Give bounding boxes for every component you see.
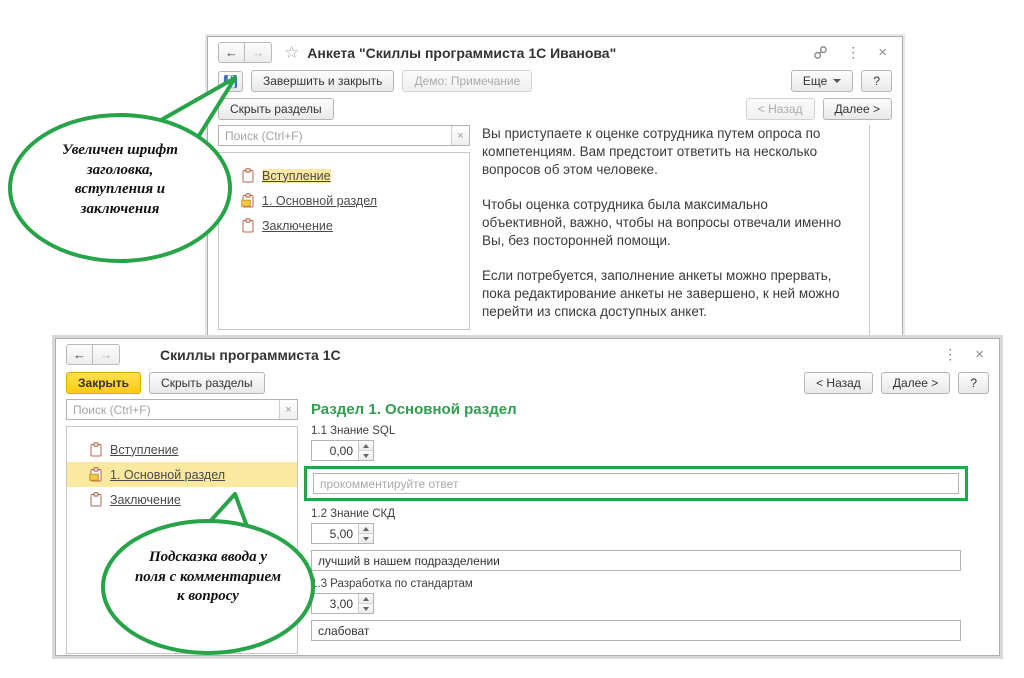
- search-box: ×: [66, 399, 298, 420]
- demo-note-button[interactable]: Демо: Примечание: [402, 70, 532, 92]
- back-arrow-icon: ←: [225, 45, 238, 60]
- tree-item-intro[interactable]: Вступление: [67, 437, 297, 462]
- history-nav: ← →: [218, 42, 272, 63]
- history-nav: ← →: [66, 344, 120, 365]
- close-form-button[interactable]: Закрыть: [66, 372, 141, 394]
- forward-arrow-icon: →: [100, 347, 113, 362]
- spinner-up-button[interactable]: [359, 441, 373, 450]
- spinner-down-button[interactable]: [359, 450, 373, 460]
- more-label: Еще: [803, 74, 827, 88]
- link-icon[interactable]: [808, 45, 833, 60]
- tree-item-label: Вступление: [110, 443, 179, 457]
- forward-arrow-button[interactable]: →: [93, 344, 120, 365]
- question-label: 1.1 Знание SQL: [311, 425, 961, 437]
- score-spinner: [311, 440, 374, 461]
- hide-sections-button[interactable]: Скрыть разделы: [149, 372, 265, 394]
- comment-input[interactable]: [313, 473, 959, 494]
- favorite-star-icon[interactable]: ☆: [284, 43, 299, 63]
- window-title: Анкета "Скиллы программиста 1С Иванова": [307, 45, 616, 61]
- back-button[interactable]: < Назад: [746, 98, 815, 120]
- back-arrow-button[interactable]: ←: [66, 344, 93, 365]
- more-button[interactable]: Еще: [791, 70, 853, 92]
- annotation-highlight-box: [304, 466, 968, 501]
- forward-arrow-button[interactable]: →: [245, 42, 272, 63]
- search-input[interactable]: [67, 400, 279, 419]
- help-button[interactable]: ?: [958, 372, 989, 394]
- question-label: 1.2 Знание СКД: [311, 508, 961, 520]
- spinner-buttons: [358, 441, 373, 460]
- window-title: Скиллы программиста 1С: [160, 347, 341, 363]
- score-input[interactable]: [312, 441, 358, 460]
- intro-paragraph: Чтобы оценка сотрудника была максимально…: [482, 196, 851, 250]
- intro-paragraph: Вы приступаете к оценке сотрудника путем…: [482, 125, 851, 179]
- forward-arrow-icon: →: [252, 45, 265, 60]
- annotation-bubble-hint-text: Подсказка ввода у поля с комментарием к …: [133, 548, 283, 607]
- kebab-menu-icon[interactable]: ⋮: [938, 346, 962, 363]
- toolbar: Завершить и закрыть Демо: Примечание Еще…: [208, 67, 902, 95]
- search-clear-button[interactable]: ×: [451, 126, 469, 145]
- triangle-up-icon: [363, 444, 369, 448]
- back-arrow-button[interactable]: ←: [218, 42, 245, 63]
- toolbar: Закрыть Скрыть разделы < Назад Далее > ?: [56, 369, 999, 397]
- help-button[interactable]: ?: [861, 70, 892, 92]
- dropdown-caret-icon: [833, 79, 841, 83]
- comment-input[interactable]: [311, 620, 961, 641]
- window-body: × Вступление 1. Основной раздел: [208, 123, 902, 338]
- questions-panel: Раздел 1. Основной раздел 1.1 Знание SQL…: [311, 399, 989, 654]
- titlebar: ← → Скиллы программиста 1С ⋮ ×: [56, 339, 999, 369]
- annotation-bubble-font-text: Увеличен шрифт заголовка, вступления и з…: [50, 141, 190, 219]
- question-label: 1.3 Разработка по стандартам: [311, 578, 961, 590]
- section-heading: Раздел 1. Основной раздел: [311, 401, 961, 418]
- next-button[interactable]: Далее >: [823, 98, 893, 120]
- kebab-menu-icon[interactable]: ⋮: [841, 44, 865, 61]
- titlebar: ← → ☆ Анкета "Скиллы программиста 1С Ива…: [208, 37, 902, 67]
- triangle-down-icon: [363, 454, 369, 458]
- intro-paragraph: Если потребуется, заполнение анкеты можн…: [482, 267, 851, 321]
- section-nav-row: Скрыть разделы < Назад Далее >: [208, 95, 902, 123]
- clipboard-icon: [89, 442, 103, 457]
- intro-text-panel: Вы приступаете к оценке сотрудника путем…: [480, 125, 870, 338]
- back-button[interactable]: < Назад: [804, 372, 873, 394]
- comment-input[interactable]: [311, 550, 961, 571]
- next-button[interactable]: Далее >: [881, 372, 951, 394]
- close-icon[interactable]: ×: [970, 346, 989, 363]
- close-icon[interactable]: ×: [873, 44, 892, 61]
- survey-window-ivanov: ← → ☆ Анкета "Скиллы программиста 1С Ива…: [207, 36, 903, 336]
- search-clear-button[interactable]: ×: [279, 400, 297, 419]
- back-arrow-icon: ←: [73, 347, 86, 362]
